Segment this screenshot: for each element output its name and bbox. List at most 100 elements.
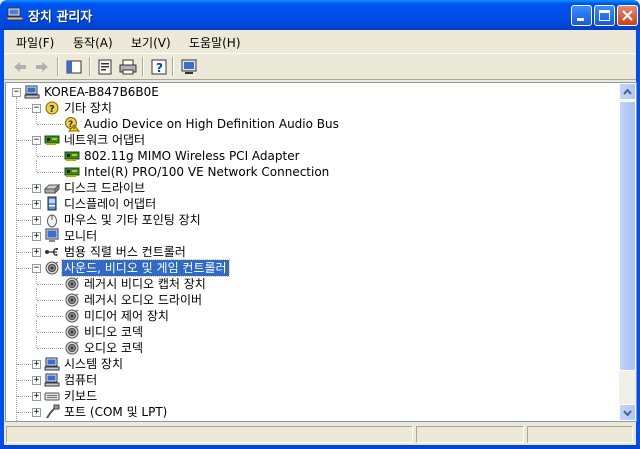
tree-category-2[interactable]: 네트워크 어댑터 bbox=[6, 132, 606, 148]
device-tree[interactable]: − KOREA-B847B6B0E −? 기타 장치? Audio Device on … bbox=[5, 82, 637, 422]
network-card-icon bbox=[44, 135, 60, 145]
sound-icon bbox=[64, 308, 80, 324]
unknown-device-warning-icon: ? bbox=[65, 117, 81, 132]
status-bar bbox=[4, 424, 636, 444]
network-card-icon bbox=[44, 132, 60, 148]
tree-category-16[interactable]: 시스템 장치 bbox=[6, 356, 606, 372]
tree-device-13[interactable]: 미디어 제어 장치 bbox=[6, 308, 606, 324]
minimize-button[interactable] bbox=[571, 5, 592, 26]
keyboard-icon bbox=[44, 392, 60, 401]
forward-arrow-icon[interactable] bbox=[32, 57, 52, 77]
computer-icon bbox=[24, 85, 40, 99]
tree-category-0[interactable]: ? 기타 장치 bbox=[6, 100, 606, 116]
computer-icon bbox=[24, 84, 40, 100]
tree-category-18[interactable]: 키보드 bbox=[6, 388, 606, 404]
window-frame-bottom bbox=[0, 445, 640, 449]
menu-action[interactable]: 동작(A) bbox=[73, 34, 113, 51]
tree-device-3[interactable]: 802.11g MIMO Wireless PCI Adapter bbox=[6, 148, 606, 164]
tree-item-label: 사운드, 비디오 및 게임 컨트롤러 bbox=[61, 259, 230, 277]
scroll-thumb[interactable] bbox=[619, 101, 636, 371]
show-hide-console-tree-icon[interactable] bbox=[64, 57, 84, 77]
tree-item-label: KOREA-B847B6B0E bbox=[44, 85, 159, 99]
svg-text:?: ? bbox=[156, 61, 163, 75]
tree-item-label: 디스크 드라이브 bbox=[64, 181, 146, 195]
tree-item-label: 비디오 코덱 bbox=[84, 325, 144, 339]
minimize-icon bbox=[577, 18, 584, 21]
sound-icon bbox=[65, 309, 79, 323]
usb-icon bbox=[44, 244, 60, 260]
tree-item-label: 미디어 제어 장치 bbox=[84, 309, 169, 323]
menu-help[interactable]: 도움말(H) bbox=[189, 34, 241, 51]
tree-item-label: 802.11g MIMO Wireless PCI Adapter bbox=[84, 149, 300, 163]
network-card-icon bbox=[64, 167, 80, 177]
device-manager-icon bbox=[7, 7, 23, 21]
tree-item-label: 프로세서 bbox=[62, 420, 110, 421]
tree-item-label: 모니터 bbox=[64, 229, 98, 243]
sound-icon bbox=[44, 260, 60, 276]
tree-category-20[interactable]: 프로세서 bbox=[6, 420, 606, 422]
unknown-device-warning-icon: ? bbox=[64, 116, 81, 132]
tree-item-label: 키보드 bbox=[64, 389, 98, 403]
processor-icon bbox=[44, 420, 60, 422]
monitor-icon bbox=[45, 228, 59, 242]
tree-item-label: 포트 (COM 및 LPT) bbox=[64, 405, 168, 419]
toolbar-separator bbox=[172, 57, 174, 76]
tree-item-label: Audio Device on High Definition Audio Bu… bbox=[84, 117, 339, 131]
display-adapter-icon bbox=[47, 196, 57, 211]
mouse-icon bbox=[44, 212, 60, 228]
back-arrow-icon[interactable] bbox=[10, 57, 30, 77]
port-icon bbox=[44, 404, 60, 420]
tree-category-5[interactable]: 디스크 드라이브 bbox=[6, 180, 606, 196]
scroll-up-button[interactable] bbox=[619, 83, 636, 100]
sound-icon bbox=[65, 293, 79, 307]
tree-category-8[interactable]: 모니터 bbox=[6, 228, 606, 244]
tree-category-10[interactable]: 사운드, 비디오 및 게임 컨트롤러 bbox=[6, 259, 606, 277]
sound-icon bbox=[65, 341, 79, 355]
network-card-icon bbox=[64, 164, 80, 180]
sound-icon bbox=[64, 292, 80, 308]
toolbar-separator bbox=[89, 57, 91, 76]
mouse-icon bbox=[47, 214, 57, 228]
menu-bar: 파일(F) 동작(A) 보기(V) 도움말(H) bbox=[4, 30, 636, 52]
tree-device-14[interactable]: 비디오 코덱 bbox=[6, 324, 606, 340]
sound-icon bbox=[65, 325, 79, 339]
tree-item-label: 기타 장치 bbox=[64, 101, 112, 115]
sound-icon bbox=[45, 261, 59, 275]
tree-item-label: 범용 직렬 버스 컨트롤러 bbox=[64, 245, 186, 259]
close-button[interactable] bbox=[617, 5, 638, 26]
scroll-down-button[interactable] bbox=[619, 404, 636, 421]
menu-file[interactable]: 파일(F) bbox=[16, 34, 54, 51]
display-adapter-icon bbox=[44, 196, 60, 212]
tree-device-1[interactable]: ? Audio Device on High Definition Audio B… bbox=[6, 116, 606, 132]
tree-item-label: 디스플레이 어댑터 bbox=[64, 197, 157, 211]
tree-item-label: 오디오 코덱 bbox=[84, 341, 144, 355]
disk-drive-icon bbox=[43, 180, 61, 196]
tree-category-19[interactable]: 포트 (COM 및 LPT) bbox=[6, 404, 606, 420]
scan-hardware-changes-icon[interactable] bbox=[179, 57, 199, 77]
network-card-icon bbox=[64, 148, 80, 164]
tree-category-17[interactable]: 컴퓨터 bbox=[6, 372, 606, 388]
tree-item-label: 레거시 비디오 캡처 장치 bbox=[84, 277, 206, 291]
tree-category-9[interactable]: 범용 직렬 버스 컨트롤러 bbox=[6, 244, 606, 260]
tree-root-computer[interactable]: KOREA-B847B6B0E bbox=[6, 84, 606, 100]
sound-icon bbox=[64, 324, 80, 340]
tree-category-6[interactable]: 디스플레이 어댑터 bbox=[6, 196, 606, 212]
maximize-button[interactable] bbox=[594, 5, 615, 26]
tree-category-7[interactable]: 마우스 및 기타 포인팅 장치 bbox=[6, 212, 606, 228]
tree-device-4[interactable]: Intel(R) PRO/100 VE Network Connection bbox=[6, 164, 606, 180]
title-bar[interactable]: 장치 관리자 bbox=[0, 0, 640, 30]
tree-device-12[interactable]: 레거시 오디오 드라이버 bbox=[6, 292, 606, 308]
question-icon: ? bbox=[44, 100, 60, 116]
svg-text:?: ? bbox=[49, 104, 55, 115]
tree-device-11[interactable]: 레거시 비디오 캡처 장치 bbox=[6, 276, 606, 292]
computer-icon bbox=[44, 357, 60, 371]
vertical-scrollbar[interactable] bbox=[619, 83, 636, 421]
help-icon[interactable]: ? bbox=[149, 57, 169, 77]
menu-view[interactable]: 보기(V) bbox=[131, 34, 171, 51]
toolbar-separator bbox=[57, 57, 59, 76]
port-icon bbox=[46, 404, 60, 419]
tree-device-15[interactable]: 오디오 코덱 bbox=[6, 340, 606, 356]
properties-icon[interactable] bbox=[95, 57, 115, 77]
print-icon[interactable] bbox=[118, 57, 138, 77]
status-pane-main bbox=[6, 426, 413, 443]
